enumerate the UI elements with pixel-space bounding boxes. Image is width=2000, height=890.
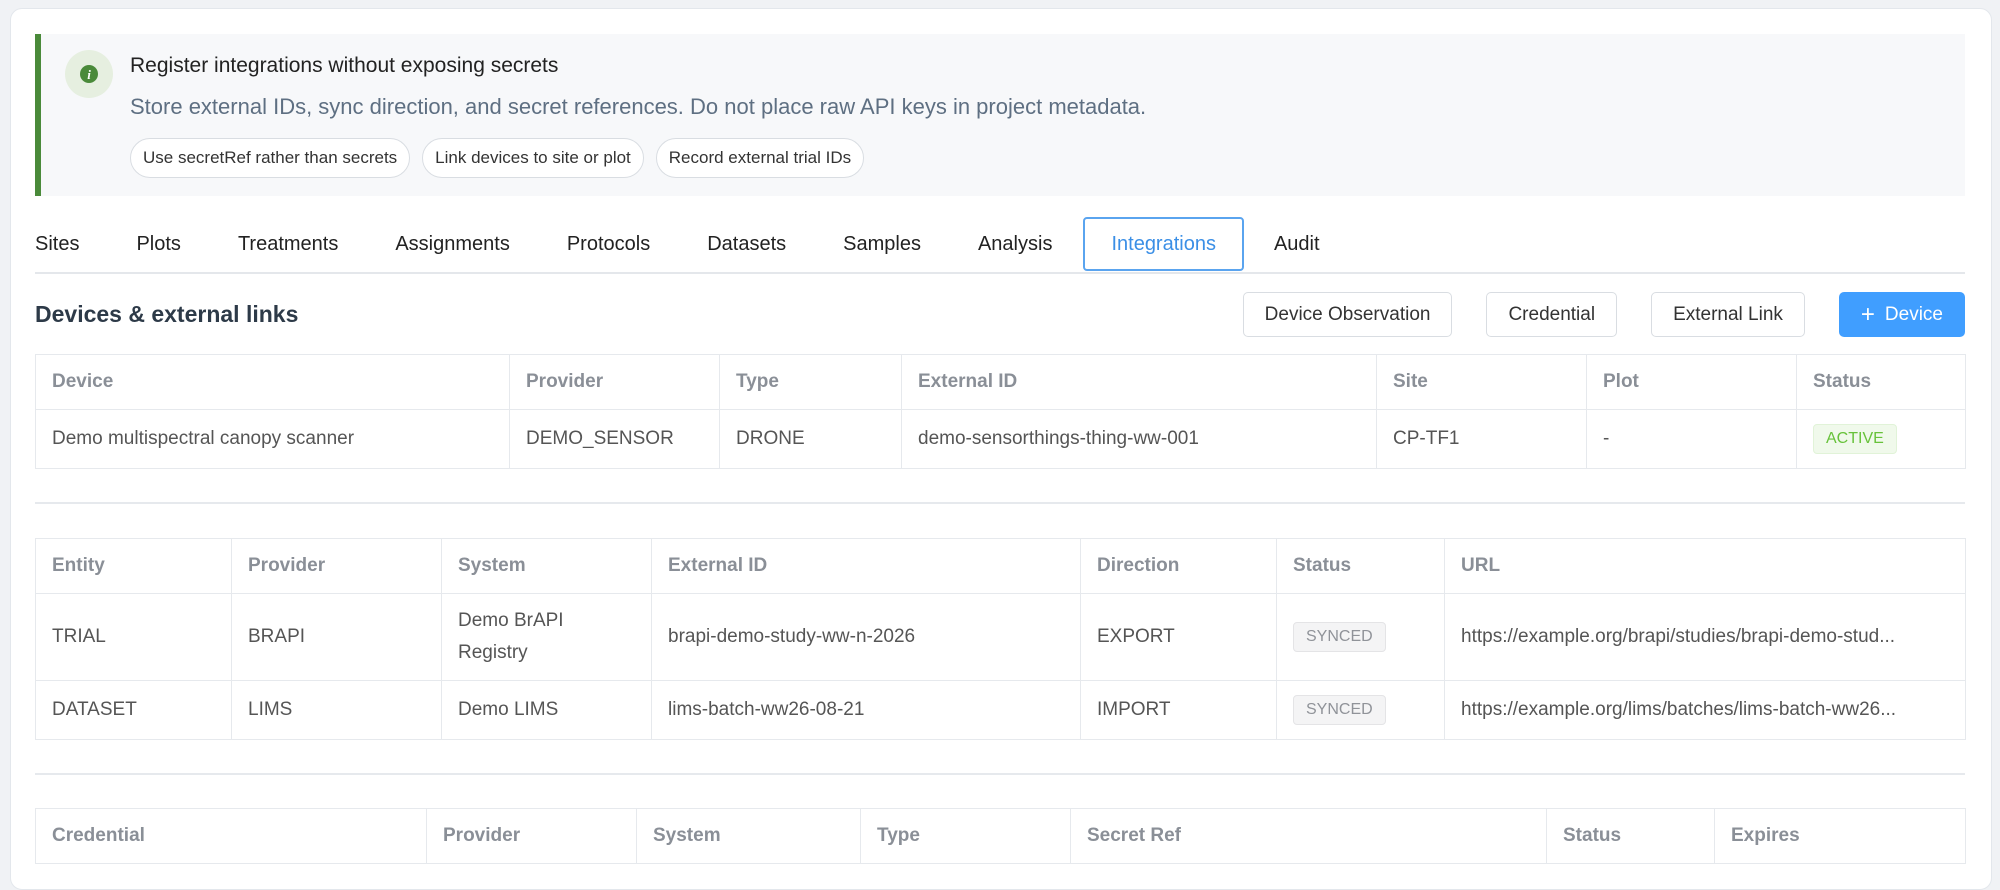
pill-secretref: Use secretRef rather than secrets bbox=[130, 138, 411, 178]
alert-title: Register integrations without exposing s… bbox=[130, 54, 559, 77]
cell-entity: DATASET bbox=[35, 680, 232, 740]
tab-analysis[interactable]: Analysis bbox=[978, 217, 1052, 271]
table-row[interactable]: TRIAL BRAPI Demo BrAPI Registry brapi-de… bbox=[35, 593, 1966, 681]
info-icon: i bbox=[65, 50, 113, 98]
table-header-row: Credential Provider System Type Secret R… bbox=[35, 808, 1966, 864]
cell-external-id: lims-batch-ww26-08-21 bbox=[651, 680, 1081, 740]
pill-record-trial-ids: Record external trial IDs bbox=[655, 138, 865, 178]
tab-datasets[interactable]: Datasets bbox=[707, 217, 786, 271]
table-header-row: Device Provider Type External ID Site Pl… bbox=[35, 354, 1966, 410]
col-status[interactable]: Status bbox=[1276, 538, 1445, 594]
info-alert: i Register integrations without exposing… bbox=[35, 34, 1965, 196]
col-status[interactable]: Status bbox=[1796, 354, 1966, 410]
table-row[interactable]: DATASET LIMS Demo LIMS lims-batch-ww26-0… bbox=[35, 680, 1966, 740]
external-links-table: Entity Provider System External ID Direc… bbox=[35, 538, 1966, 740]
devices-table: Device Provider Type External ID Site Pl… bbox=[35, 354, 1966, 469]
cell-direction: EXPORT bbox=[1080, 593, 1277, 681]
external-link-button[interactable]: External Link bbox=[1651, 292, 1805, 337]
col-system[interactable]: System bbox=[441, 538, 652, 594]
cell-device: Demo multispectral canopy scanner bbox=[35, 409, 510, 469]
divider bbox=[35, 502, 1965, 504]
credentials-table: Credential Provider System Type Secret R… bbox=[35, 808, 1966, 864]
cell-site: CP-TF1 bbox=[1376, 409, 1587, 469]
tab-integrations[interactable]: Integrations bbox=[1083, 217, 1244, 271]
add-device-label: Device bbox=[1884, 303, 1943, 325]
action-buttons: Device Observation Credential External L… bbox=[1242, 292, 1965, 337]
cell-provider: BRAPI bbox=[231, 593, 442, 681]
tab-sites[interactable]: Sites bbox=[35, 217, 79, 271]
cell-direction: IMPORT bbox=[1080, 680, 1277, 740]
col-system[interactable]: System bbox=[636, 808, 861, 864]
cell-url[interactable]: https://example.org/brapi/studies/brapi-… bbox=[1444, 593, 1966, 681]
cell-status: SYNCED bbox=[1276, 680, 1445, 740]
cell-external-id: brapi-demo-study-ww-n-2026 bbox=[651, 593, 1081, 681]
alert-pills: Use secretRef rather than secrets Link d… bbox=[130, 138, 865, 178]
divider bbox=[35, 773, 1965, 775]
plus-icon: + bbox=[1860, 300, 1875, 328]
tab-samples[interactable]: Samples bbox=[843, 217, 921, 271]
alert-description: Store external IDs, sync direction, and … bbox=[130, 94, 1147, 119]
add-device-button[interactable]: + Device bbox=[1838, 292, 1965, 337]
cell-system: Demo BrAPI Registry bbox=[441, 593, 652, 681]
cell-status: ACTIVE bbox=[1796, 409, 1966, 469]
col-credential[interactable]: Credential bbox=[35, 808, 427, 864]
col-secret-ref[interactable]: Secret Ref bbox=[1070, 808, 1547, 864]
col-entity[interactable]: Entity bbox=[35, 538, 232, 594]
table-row[interactable]: Demo multispectral canopy scanner DEMO_S… bbox=[35, 409, 1966, 469]
cell-provider: DEMO_SENSOR bbox=[509, 409, 720, 469]
col-external-id[interactable]: External ID bbox=[651, 538, 1081, 594]
device-observation-button[interactable]: Device Observation bbox=[1242, 292, 1453, 337]
col-device[interactable]: Device bbox=[35, 354, 510, 410]
status-badge: SYNCED bbox=[1293, 695, 1386, 725]
col-provider[interactable]: Provider bbox=[509, 354, 720, 410]
status-badge: ACTIVE bbox=[1813, 424, 1897, 454]
col-expires[interactable]: Expires bbox=[1714, 808, 1966, 864]
col-provider[interactable]: Provider bbox=[231, 538, 442, 594]
tab-assignments[interactable]: Assignments bbox=[395, 217, 510, 271]
tab-bar: Sites Plots Treatments Assignments Proto… bbox=[35, 216, 1965, 274]
tab-protocols[interactable]: Protocols bbox=[567, 217, 650, 271]
cell-entity: TRIAL bbox=[35, 593, 232, 681]
table-header-row: Entity Provider System External ID Direc… bbox=[35, 538, 1966, 594]
cell-url[interactable]: https://example.org/lims/batches/lims-ba… bbox=[1444, 680, 1966, 740]
tab-plots[interactable]: Plots bbox=[136, 217, 180, 271]
cell-type: DRONE bbox=[719, 409, 902, 469]
tab-audit[interactable]: Audit bbox=[1274, 217, 1320, 271]
tab-treatments[interactable]: Treatments bbox=[238, 217, 338, 271]
section-title: Devices & external links bbox=[35, 301, 299, 327]
col-external-id[interactable]: External ID bbox=[901, 354, 1377, 410]
credential-button[interactable]: Credential bbox=[1486, 292, 1618, 337]
cell-status: SYNCED bbox=[1276, 593, 1445, 681]
cell-plot: - bbox=[1586, 409, 1797, 469]
cell-external-id: demo-sensorthings-thing-ww-001 bbox=[901, 409, 1377, 469]
svg-text:i: i bbox=[87, 67, 91, 82]
col-status[interactable]: Status bbox=[1546, 808, 1715, 864]
col-provider[interactable]: Provider bbox=[426, 808, 637, 864]
col-direction[interactable]: Direction bbox=[1080, 538, 1277, 594]
col-plot[interactable]: Plot bbox=[1586, 354, 1797, 410]
col-type[interactable]: Type bbox=[860, 808, 1071, 864]
col-type[interactable]: Type bbox=[719, 354, 902, 410]
status-badge: SYNCED bbox=[1293, 622, 1386, 652]
col-url[interactable]: URL bbox=[1444, 538, 1966, 594]
cell-provider: LIMS bbox=[231, 680, 442, 740]
col-site[interactable]: Site bbox=[1376, 354, 1587, 410]
pill-link-devices: Link devices to site or plot bbox=[422, 138, 644, 178]
cell-system: Demo LIMS bbox=[441, 680, 652, 740]
